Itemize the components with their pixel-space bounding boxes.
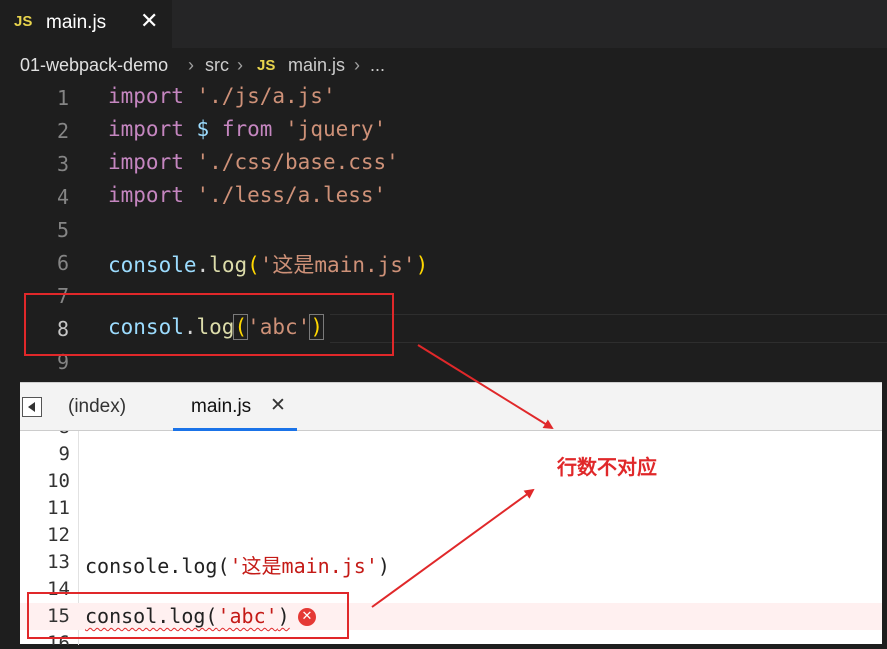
annotation-label: 行数不对应 <box>557 455 657 479</box>
code-text: import './css/base.css' <box>108 150 399 174</box>
tab-index[interactable]: (index) <box>68 396 126 418</box>
string: './css/base.css' <box>196 150 399 174</box>
line-number: 5 <box>56 218 69 242</box>
line-number: 2 <box>56 119 69 143</box>
tab-main-js[interactable]: main.js <box>191 396 251 418</box>
line-number: 1 <box>56 86 69 110</box>
breadcrumb-item-file[interactable]: main.js <box>288 55 345 76</box>
line-number[interactable]: 11 <box>20 497 70 519</box>
line-number: 3 <box>56 152 69 176</box>
breadcrumb-item-more[interactable]: ... <box>370 55 385 76</box>
code-text: import './js/a.js' <box>108 84 336 108</box>
devtools-tab-bar: (index) main.js ✕ <box>20 383 882 431</box>
annotation-box-devtools <box>27 592 349 639</box>
code-line: 11 <box>20 495 882 522</box>
string: './js/a.js' <box>196 84 336 108</box>
line-number: 4 <box>56 185 69 209</box>
code-line: 9 <box>20 441 882 468</box>
code-line: 10 <box>20 468 882 495</box>
breadcrumb: 01-webpack-demo › src › JS main.js › ... <box>0 48 887 82</box>
code-line: 2 import $ from 'jquery' <box>0 115 887 148</box>
code-line: 13 console.log('这是main.js') <box>20 549 882 579</box>
code-text: import $ from 'jquery' <box>108 117 386 141</box>
code-prefix: console.log( <box>85 554 230 578</box>
function-name: log <box>209 253 248 277</box>
string: 'jquery' <box>285 117 387 141</box>
editor-tab-bar: JS main.js ✕ <box>0 0 887 48</box>
bracket: ( <box>247 253 260 277</box>
dot: . <box>196 253 210 277</box>
line-number[interactable]: 13 <box>20 551 70 573</box>
line-number[interactable]: 9 <box>20 443 70 465</box>
annotation-box-editor <box>24 293 394 356</box>
code-line: 8 <box>20 431 882 441</box>
tab-main-js[interactable]: JS main.js ✕ <box>0 0 172 48</box>
code-line: 1 import './js/a.js' <box>0 82 887 115</box>
close-icon[interactable]: ✕ <box>140 9 158 34</box>
keyword: from <box>221 117 273 141</box>
code-line: 4 import './less/a.less' <box>0 181 887 214</box>
bracket: ) <box>415 253 429 277</box>
keyword: import <box>108 150 184 174</box>
keyword: import <box>108 117 184 141</box>
code-line: 3 import './css/base.css' <box>0 148 887 181</box>
code-suffix: ) <box>377 554 390 578</box>
chevron-right-icon: › <box>237 55 243 75</box>
breadcrumb-item-root[interactable]: 01-webpack-demo <box>20 55 168 76</box>
line-number[interactable]: 8 <box>20 431 70 438</box>
tab-title: main.js <box>46 12 107 33</box>
code-line: 5 <box>0 214 887 247</box>
line-number[interactable]: 12 <box>20 524 70 546</box>
chevron-right-icon: › <box>354 55 360 75</box>
keyword: import <box>108 84 184 108</box>
string: '这是main.js' <box>259 253 416 277</box>
code-text: import './less/a.less' <box>108 183 386 207</box>
js-file-icon: JS <box>14 13 33 30</box>
line-number[interactable]: 10 <box>20 470 70 492</box>
identifier: console <box>108 253 197 277</box>
keyword: import <box>108 183 184 207</box>
string: '这是main.js' <box>229 554 378 578</box>
code-line: 6 console.log('这是main.js') <box>0 247 887 280</box>
line-number: 6 <box>56 251 69 275</box>
close-icon[interactable]: ✕ <box>270 394 286 417</box>
code-text: console.log('这是main.js') <box>85 550 390 579</box>
chevron-right-icon: › <box>188 55 194 75</box>
toggle-navigator-icon[interactable] <box>22 397 42 417</box>
code-line: 12 <box>20 522 882 549</box>
identifier: $ <box>196 117 210 141</box>
js-file-icon: JS <box>257 57 276 74</box>
string: './less/a.less' <box>196 183 387 207</box>
breadcrumb-item-src[interactable]: src <box>205 55 229 76</box>
code-text: console.log('这是main.js') <box>108 249 428 279</box>
